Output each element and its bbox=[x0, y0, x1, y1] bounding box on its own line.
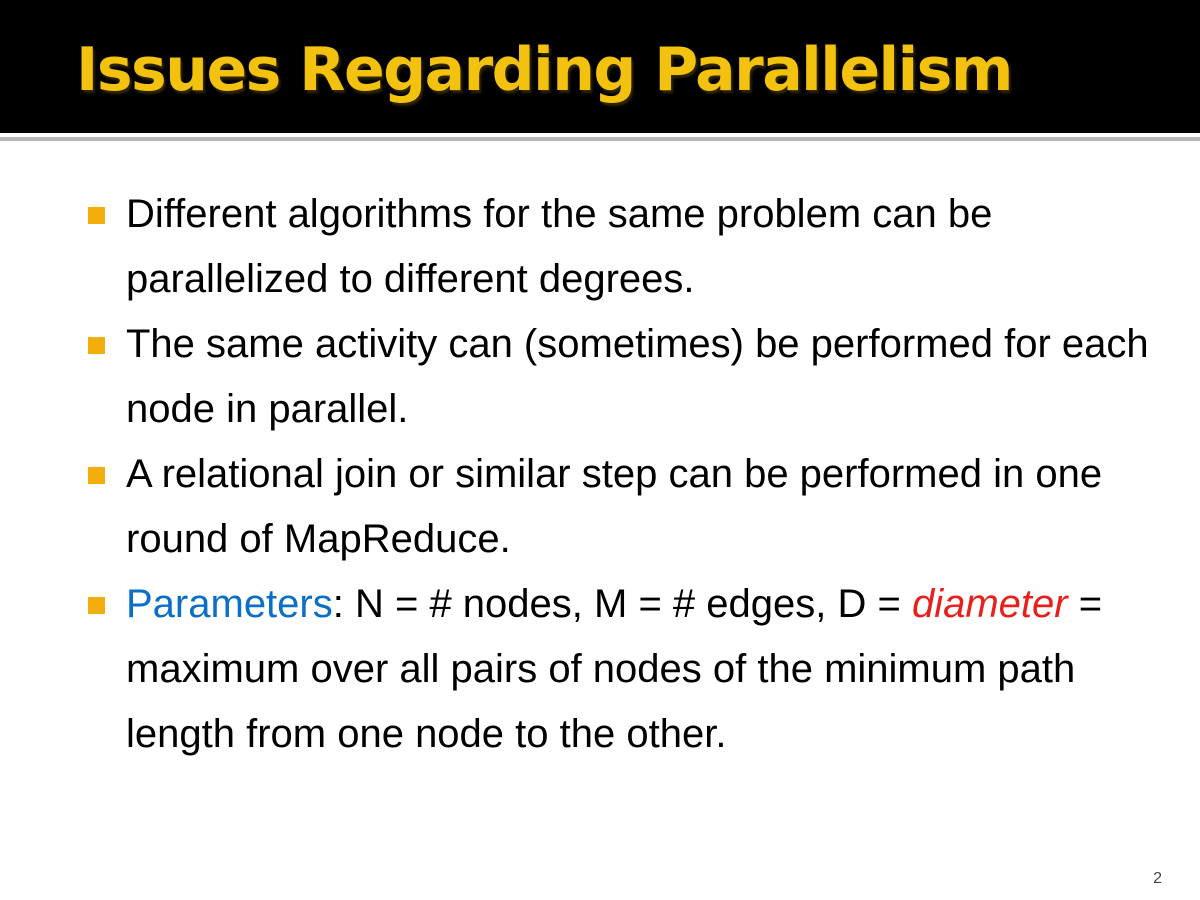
bullet-list: Different algorithms for the same proble… bbox=[0, 182, 1200, 767]
term-diameter: diameter bbox=[911, 582, 1068, 626]
bullet-item: Different algorithms for the same proble… bbox=[0, 182, 1200, 312]
square-bullet-icon bbox=[88, 467, 105, 484]
bullet-text: : N = # nodes, M = # edges, D = bbox=[332, 582, 912, 626]
bullet-text: Different algorithms for the same proble… bbox=[126, 192, 993, 301]
bullet-item: The same activity can (sometimes) be per… bbox=[0, 312, 1200, 442]
square-bullet-icon bbox=[88, 207, 105, 224]
bullet-item: Parameters: N = # nodes, M = # edges, D … bbox=[0, 572, 1200, 767]
square-bullet-icon bbox=[88, 597, 105, 614]
title-divider bbox=[0, 137, 1200, 141]
bullet-text: A relational join or similar step can be… bbox=[126, 452, 1103, 561]
slide: Issues Regarding Parallelism Different a… bbox=[0, 0, 1200, 900]
bullet-item: A relational join or similar step can be… bbox=[0, 442, 1200, 572]
page-number: 2 bbox=[1153, 870, 1162, 887]
slide-title: Issues Regarding Parallelism bbox=[76, 35, 1013, 105]
term-parameters: Parameters bbox=[126, 582, 333, 626]
bullet-text: The same activity can (sometimes) be per… bbox=[126, 322, 1149, 431]
square-bullet-icon bbox=[88, 337, 105, 354]
